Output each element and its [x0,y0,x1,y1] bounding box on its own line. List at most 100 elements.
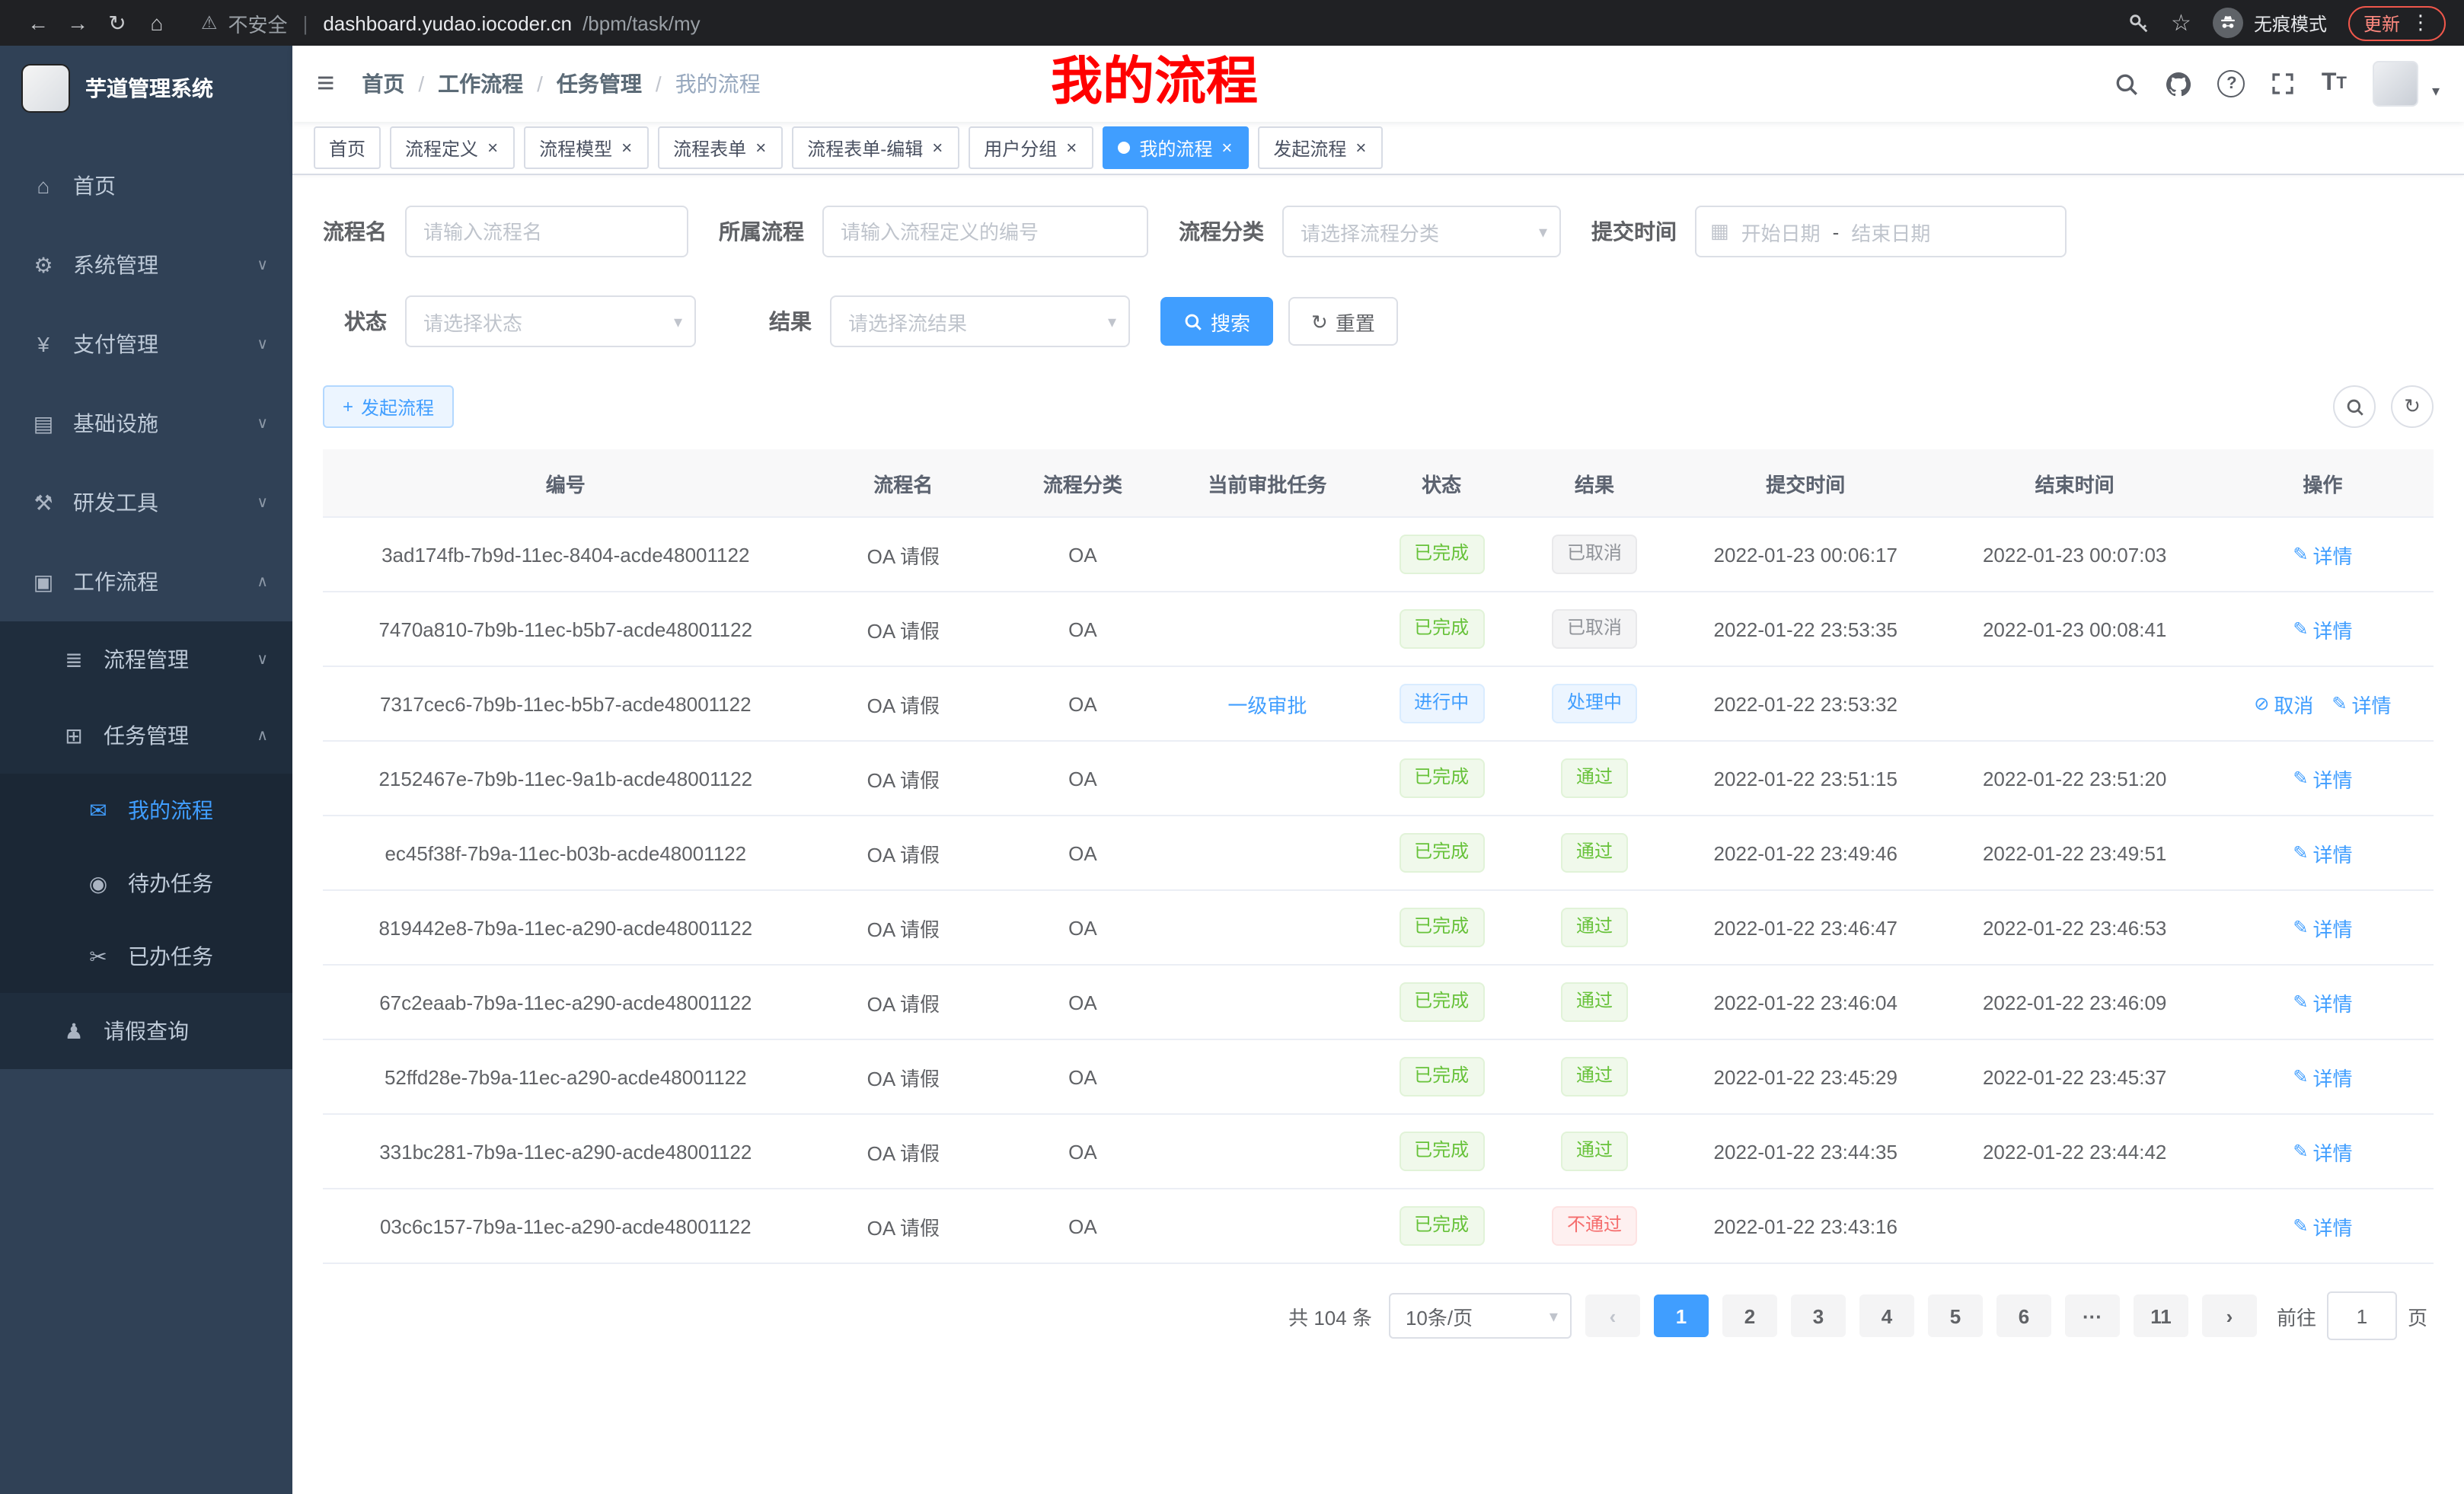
detail-link[interactable]: ✎详情 [2332,689,2391,718]
pager-page-3[interactable]: 3 [1791,1294,1846,1337]
tab-process-definition[interactable]: 流程定义× [390,126,515,169]
reset-button[interactable]: ↻ 重置 [1288,297,1398,346]
sidebar-item-payment[interactable]: ¥支付管理∨ [0,305,292,384]
search-button[interactable]: 搜索 [1160,297,1273,346]
tab-my-process[interactable]: 我的流程× [1103,126,1249,169]
breadcrumb-item-2[interactable]: 任务管理 [557,69,642,99]
hamburger-icon[interactable]: ≡ [317,69,334,99]
end-date-placeholder[interactable]: 结束日期 [1851,217,1930,246]
back-icon[interactable]: ← [18,11,58,35]
detail-link[interactable]: ✎详情 [2293,988,2352,1017]
pager-page-11[interactable]: 11 [2134,1294,2188,1337]
sidebar-item-process-mgmt[interactable]: ≣流程管理∨ [0,621,292,698]
pager-next[interactable]: › [2202,1294,2257,1337]
filter-status: 状态 请选择状态 ▾ [323,295,696,347]
help-icon[interactable]: ? [2218,70,2245,97]
address-bar[interactable]: ⚠ 不安全 | dashboard.yudao.iocoder.cn/bpm/t… [201,8,2127,37]
close-icon[interactable]: × [1354,137,1368,158]
category-select[interactable]: 请选择流程分类 ▾ [1282,206,1561,257]
browser-menu-icon[interactable]: ⋮ [2411,11,2430,35]
tab-process-form-edit[interactable]: 流程表单-编辑× [792,126,959,169]
github-icon[interactable] [2166,71,2192,97]
password-key-icon[interactable] [2127,11,2150,34]
close-icon[interactable]: × [620,137,634,158]
page-size-select[interactable]: 10条/页 ▾ [1389,1293,1572,1339]
sidebar-item-home[interactable]: ⌂首页 [0,146,292,225]
breadcrumb-item-0[interactable]: 首页 [362,69,404,99]
cell-category: OA [998,1039,1167,1114]
tab-process-form[interactable]: 流程表单× [658,126,783,169]
detail-link[interactable]: ✎详情 [2293,838,2352,867]
close-icon[interactable]: × [1220,137,1234,158]
detail-link[interactable]: ✎详情 [2293,1062,2352,1091]
security-label[interactable]: 不安全 [228,8,288,37]
search-icon[interactable] [2115,71,2140,97]
cancel-link[interactable]: ⊘取消 [2254,689,2313,718]
navbar-right: ? TT ▾ [2115,61,2440,107]
chevron-down-icon: ▾ [1108,311,1116,331]
close-icon[interactable]: × [754,137,768,158]
bookmark-star-icon[interactable]: ☆ [2171,9,2191,37]
sidebar-item-infrastructure[interactable]: ▤基础设施∨ [0,384,292,463]
reload-icon[interactable]: ↻ [97,10,137,36]
start-process-button[interactable]: + 发起流程 [323,385,454,428]
sidebar-item-done-task[interactable]: ✂已办任务 [0,920,292,993]
close-icon[interactable]: × [930,137,944,158]
logo-row[interactable]: 芋道管理系统 [0,46,292,131]
detail-link[interactable]: ✎详情 [2293,764,2352,793]
status-badge: 已完成 [1399,1057,1484,1097]
status-select[interactable]: 请选择状态 ▾ [405,295,696,347]
tags-view: 首页流程定义×流程模型×流程表单×流程表单-编辑×用户分组×我的流程×发起流程× [292,122,2464,175]
start-date-placeholder[interactable]: 开始日期 [1741,217,1821,246]
sidebar-item-system[interactable]: ⚙系统管理∨ [0,225,292,305]
task-link[interactable]: 一级审批 [1227,694,1307,717]
result-select[interactable]: 请选择流结果 ▾ [830,295,1130,347]
result-badge: 通过 [1561,1132,1628,1171]
pager-page-1[interactable]: 1 [1654,1294,1709,1337]
browser-home-icon[interactable]: ⌂ [137,11,177,35]
pager-page-6[interactable]: 6 [1996,1294,2051,1337]
sidebar-item-dev-tools[interactable]: ⚒研发工具∨ [0,463,292,542]
pager-page-5[interactable]: 5 [1928,1294,1983,1337]
navbar: ≡ 首页/工作流程/任务管理/我的流程 我的流程 ? TT [292,46,2464,122]
breadcrumb-item-1[interactable]: 工作流程 [438,69,523,99]
fullscreen-icon[interactable] [2271,72,2296,96]
sidebar-item-leave-query[interactable]: ♟请假查询 [0,993,292,1069]
incognito-icon [2213,8,2243,38]
detail-link[interactable]: ✎详情 [2293,913,2352,942]
sidebar-item-my-process[interactable]: ✉我的流程 [0,774,292,847]
font-size-icon[interactable]: TT [2322,70,2347,97]
tab-home[interactable]: 首页 [314,126,381,169]
cell-process-name: OA 请假 [809,592,998,666]
goto-input[interactable] [2327,1291,2397,1340]
chevron-down-icon: ∨ [257,415,268,432]
detail-link[interactable]: ✎详情 [2293,1211,2352,1240]
forward-icon[interactable]: → [58,11,97,35]
refresh-icon[interactable]: ↻ [2391,385,2434,428]
close-icon[interactable]: × [1064,137,1078,158]
avatar-caret-icon[interactable]: ▾ [2432,84,2440,107]
sidebar-item-task-mgmt[interactable]: ⊞任务管理∧ [0,698,292,774]
sidebar-item-workflow[interactable]: ▣工作流程∧ [0,542,292,621]
tab-process-model[interactable]: 流程模型× [524,126,649,169]
pager-ellipsis[interactable]: ··· [2065,1294,2120,1337]
pager-prev[interactable]: ‹ [1585,1294,1640,1337]
date-range-picker[interactable]: ▦ 开始日期 - 结束日期 [1695,206,2067,257]
user-avatar[interactable] [2373,61,2418,107]
pager-page-2[interactable]: 2 [1722,1294,1777,1337]
detail-link[interactable]: ✎详情 [2293,1137,2352,1166]
process-input[interactable] [822,206,1148,257]
reset-button-label: 重置 [1336,307,1375,336]
name-input[interactable] [405,206,688,257]
tab-user-group[interactable]: 用户分组× [969,126,1093,169]
column-header: 提交时间 [1674,449,1938,517]
detail-link[interactable]: ✎详情 [2293,540,2352,569]
sidebar-item-label: 请假查询 [104,1016,189,1046]
close-icon[interactable]: × [486,137,500,158]
update-button[interactable]: 更新 ⋮ [2348,5,2446,40]
sidebar-item-todo-task[interactable]: ◉待办任务 [0,847,292,920]
pager-page-4[interactable]: 4 [1859,1294,1914,1337]
tab-start-process[interactable]: 发起流程× [1258,126,1383,169]
toggle-search-icon[interactable] [2333,385,2376,428]
detail-link[interactable]: ✎详情 [2293,615,2352,643]
